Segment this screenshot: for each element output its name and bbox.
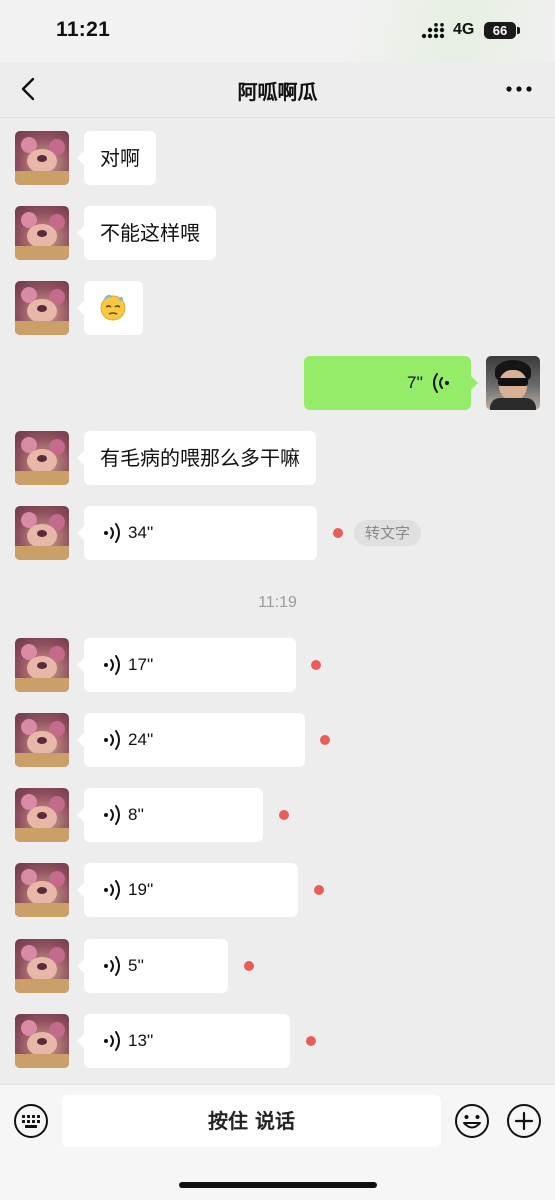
message-row: 不能这样喂 xyxy=(0,206,555,260)
message-row: 24'' xyxy=(0,713,555,767)
contact-avatar[interactable] xyxy=(15,788,69,842)
transcribe-button[interactable]: 转文字 xyxy=(354,520,422,546)
contact-avatar[interactable] xyxy=(15,506,69,560)
voice-wave-icon xyxy=(104,956,120,976)
contact-avatar[interactable] xyxy=(15,431,69,485)
voice-duration: 24'' xyxy=(128,730,154,749)
contact-avatar[interactable] xyxy=(15,713,69,767)
unread-dot xyxy=(333,528,343,538)
contact-avatar[interactable] xyxy=(15,638,69,692)
emoji-message-bubble[interactable] xyxy=(77,281,143,335)
contact-avatar[interactable] xyxy=(15,939,69,993)
network-label: 4G xyxy=(453,21,475,38)
message-row: 13'' xyxy=(0,1014,555,1068)
voice-message-bubble[interactable]: 19'' xyxy=(77,863,298,917)
battery-tip xyxy=(517,27,520,34)
contact-avatar[interactable] xyxy=(15,863,69,917)
voice-duration: 7'' xyxy=(407,373,423,392)
home-indicator xyxy=(179,1182,377,1188)
battery-icon: 66 xyxy=(484,22,516,39)
emoji-icon[interactable] xyxy=(454,1103,490,1139)
my-avatar[interactable] xyxy=(486,356,540,410)
message-row: 7'' xyxy=(0,356,555,410)
contact-avatar[interactable] xyxy=(15,206,69,260)
voice-duration: 34'' xyxy=(128,523,154,542)
contact-avatar[interactable] xyxy=(15,281,69,335)
voice-wave-icon xyxy=(433,373,449,393)
sleepy-face-emoji-icon xyxy=(100,294,126,321)
message-row: 8'' xyxy=(0,788,555,842)
voice-wave-icon xyxy=(104,655,120,675)
message-bubble[interactable]: 不能这样喂 xyxy=(77,206,216,260)
unread-dot xyxy=(320,735,330,745)
unread-dot xyxy=(279,810,289,820)
unread-dot xyxy=(306,1036,316,1046)
voice-duration: 17'' xyxy=(128,655,154,674)
voice-wave-icon xyxy=(104,805,120,825)
voice-duration: 8'' xyxy=(128,805,144,824)
voice-message-bubble[interactable]: 5'' xyxy=(77,939,228,993)
voice-duration: 13'' xyxy=(128,1031,154,1050)
chat-title: 阿呱啊瓜 xyxy=(237,80,318,104)
message-bubble[interactable]: 有毛病的喂那么多干嘛 xyxy=(77,431,316,485)
voice-wave-icon xyxy=(104,730,120,750)
message-row: 17'' xyxy=(0,638,555,692)
message-row: 5'' xyxy=(0,939,555,993)
nav-bar: 阿呱啊瓜 xyxy=(0,62,555,118)
unread-dot xyxy=(311,660,321,670)
message-row xyxy=(0,281,555,335)
plus-icon[interactable] xyxy=(506,1103,542,1139)
contact-avatar[interactable] xyxy=(15,131,69,185)
time-separator: 11:19 xyxy=(258,594,297,611)
contact-avatar[interactable] xyxy=(15,1014,69,1068)
keyboard-icon[interactable] xyxy=(13,1103,49,1139)
voice-message-bubble[interactable]: 17'' xyxy=(77,638,296,692)
voice-wave-icon xyxy=(104,523,120,543)
message-row: 对啊 xyxy=(0,131,555,185)
message-row: 19'' xyxy=(0,863,555,917)
voice-wave-icon xyxy=(104,880,120,900)
message-row: 有毛病的喂那么多干嘛 xyxy=(0,431,555,485)
message-bubble[interactable]: 对啊 xyxy=(77,131,156,185)
message-row: 34'' 转文字 xyxy=(0,506,555,560)
voice-message-bubble[interactable]: 34'' xyxy=(77,506,317,560)
voice-wave-icon xyxy=(104,1031,120,1051)
voice-message-bubble[interactable]: 24'' xyxy=(77,713,305,767)
unread-dot xyxy=(244,961,254,971)
signal-icon xyxy=(421,23,445,39)
hold-to-talk-button[interactable]: 按住 说话 xyxy=(62,1095,441,1147)
status-time: 11:21 xyxy=(56,18,111,41)
voice-message-bubble[interactable]: 13'' xyxy=(77,1014,290,1068)
voice-duration: 19'' xyxy=(128,880,154,899)
voice-message-bubble[interactable]: 8'' xyxy=(77,788,263,842)
status-bar: 11:21 4G 66 xyxy=(0,0,555,62)
more-options-icon[interactable] xyxy=(502,76,536,102)
sent-voice-bubble[interactable]: 7'' xyxy=(304,356,478,410)
voice-duration: 5'' xyxy=(128,956,144,975)
unread-dot xyxy=(314,885,324,895)
